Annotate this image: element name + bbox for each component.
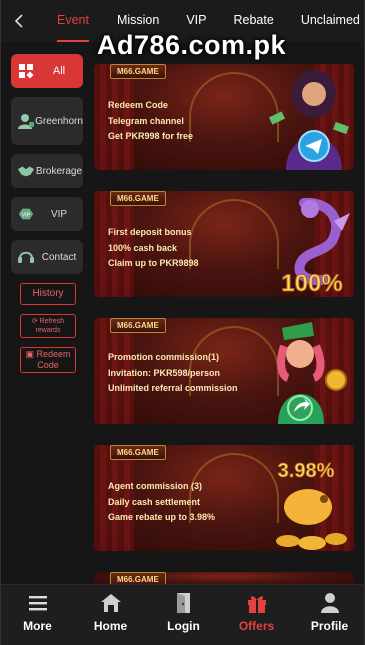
- nav-more[interactable]: More: [1, 585, 74, 645]
- refresh-rewards-label: Refresh rewards: [35, 318, 65, 334]
- nav-home[interactable]: Home: [74, 585, 147, 645]
- history-button[interactable]: History: [20, 283, 76, 305]
- nav-offers[interactable]: Offers: [220, 585, 293, 645]
- promo-list: M66.GAME Redeem Code Telegram channel Ge…: [94, 64, 354, 586]
- watermark-text: Ad786.com.pk: [97, 30, 287, 60]
- category-sidebar: All Greenhorn Brokerage VIP VIP Contact: [11, 54, 83, 382]
- promo-card-redeem-code[interactable]: M66.GAME Redeem Code Telegram channel Ge…: [94, 64, 354, 170]
- handshake-icon: [17, 162, 35, 180]
- nav-label: Profile: [310, 619, 349, 633]
- brand-logo: M66.GAME: [110, 318, 166, 333]
- back-button[interactable]: [1, 0, 37, 42]
- nav-profile[interactable]: Profile: [293, 585, 364, 645]
- sidebar-item-brokerage[interactable]: Brokerage: [11, 154, 83, 188]
- promo-line: Daily cash settlement: [108, 496, 201, 507]
- promo-line: Get PKR998 for free: [108, 131, 194, 141]
- refresh-icon: ⟳: [31, 318, 38, 325]
- promo-line: Invitation: PKR598/person: [108, 367, 221, 378]
- bottom-nav: More Home Login Offers Profile: [1, 584, 364, 645]
- user-icon: [318, 591, 342, 615]
- redeem-code-button[interactable]: ▣ Redeem Code: [20, 347, 76, 373]
- ticket-icon: ▣: [25, 349, 34, 359]
- telegram-icon: [268, 70, 349, 170]
- grid-icon: [17, 62, 35, 80]
- promo-title: Agent commission (3): [108, 481, 203, 491]
- sidebar-item-vip[interactable]: VIP VIP: [11, 197, 83, 231]
- sidebar-item-greenhorn[interactable]: Greenhorn: [11, 97, 83, 145]
- brand-logo: M66.GAME: [110, 445, 166, 460]
- rebate-percent-label: 3.98%: [278, 460, 335, 482]
- nav-login[interactable]: Login: [147, 585, 220, 645]
- nav-label: Login: [167, 619, 200, 633]
- menu-icon: [26, 591, 50, 615]
- sidebar-item-all[interactable]: All: [11, 54, 83, 88]
- nav-label: Home: [93, 619, 128, 633]
- support-icon: [17, 248, 35, 266]
- promo-text: Redeem Code Telegram channel Get PKR998 …: [108, 98, 193, 145]
- brand-logo: M66.GAME: [110, 64, 166, 79]
- vip-badge-icon: VIP: [17, 205, 35, 223]
- promo-line: 100% cash back: [108, 242, 178, 253]
- share-icon: [277, 322, 347, 424]
- promo-card-agent-commission[interactable]: M66.GAME Agent commission (3) Daily cash…: [94, 445, 354, 551]
- offers-page: Event Mission VIP Rebate Unclaimed Ad786…: [0, 0, 365, 645]
- promo-text: Agent commission (3) Daily cash settleme…: [108, 479, 215, 526]
- sidebar-item-label: Greenhorn: [35, 115, 83, 127]
- bonus-percent-label: 100%: [281, 270, 342, 297]
- sidebar-item-label: VIP: [50, 208, 68, 220]
- promo-line: Claim up to PKR9898: [108, 258, 199, 268]
- dragon-icon: 100%: [281, 197, 350, 297]
- promo-card-promotion-commission[interactable]: M66.GAME Promotion commission(1) Invitat…: [94, 318, 354, 424]
- promo-title: First deposit bonus: [108, 227, 192, 237]
- login-icon: [172, 591, 196, 615]
- tab-unclaimed[interactable]: Unclaimed: [301, 0, 360, 42]
- gift-icon: [245, 591, 269, 615]
- promo-line: Unlimited referral commission: [108, 383, 238, 393]
- newbie-icon: [17, 112, 35, 130]
- sidebar-item-label: Brokerage: [35, 165, 83, 177]
- promo-title: Redeem Code: [108, 100, 169, 110]
- redeem-code-label: Redeem Code: [36, 349, 71, 370]
- promo-text: First deposit bonus 100% cash back Claim…: [108, 225, 199, 272]
- home-icon: [99, 591, 123, 615]
- nav-label: Offers: [238, 619, 275, 633]
- promo-line: Game rebate up to 3.98%: [108, 512, 216, 522]
- nav-label: More: [23, 619, 52, 633]
- chevron-left-icon: [14, 14, 23, 28]
- refresh-rewards-button[interactable]: ⟳ Refresh rewards: [20, 314, 76, 338]
- promo-text: Promotion commission(1) Invitation: PKR5…: [108, 350, 238, 397]
- brand-logo: M66.GAME: [110, 191, 166, 206]
- piggy-icon: 3.98%: [276, 460, 347, 550]
- svg-text:VIP: VIP: [22, 213, 31, 219]
- promo-title: Promotion commission(1): [108, 352, 220, 362]
- tab-event[interactable]: Event: [57, 0, 89, 42]
- promo-card-first-deposit[interactable]: M66.GAME First deposit bonus 100% cash b…: [94, 191, 354, 297]
- promo-line: Telegram channel: [108, 115, 184, 126]
- sidebar-item-contact[interactable]: Contact: [11, 240, 83, 274]
- sidebar-item-label: Contact: [41, 251, 77, 263]
- sidebar-item-label: All: [52, 64, 66, 77]
